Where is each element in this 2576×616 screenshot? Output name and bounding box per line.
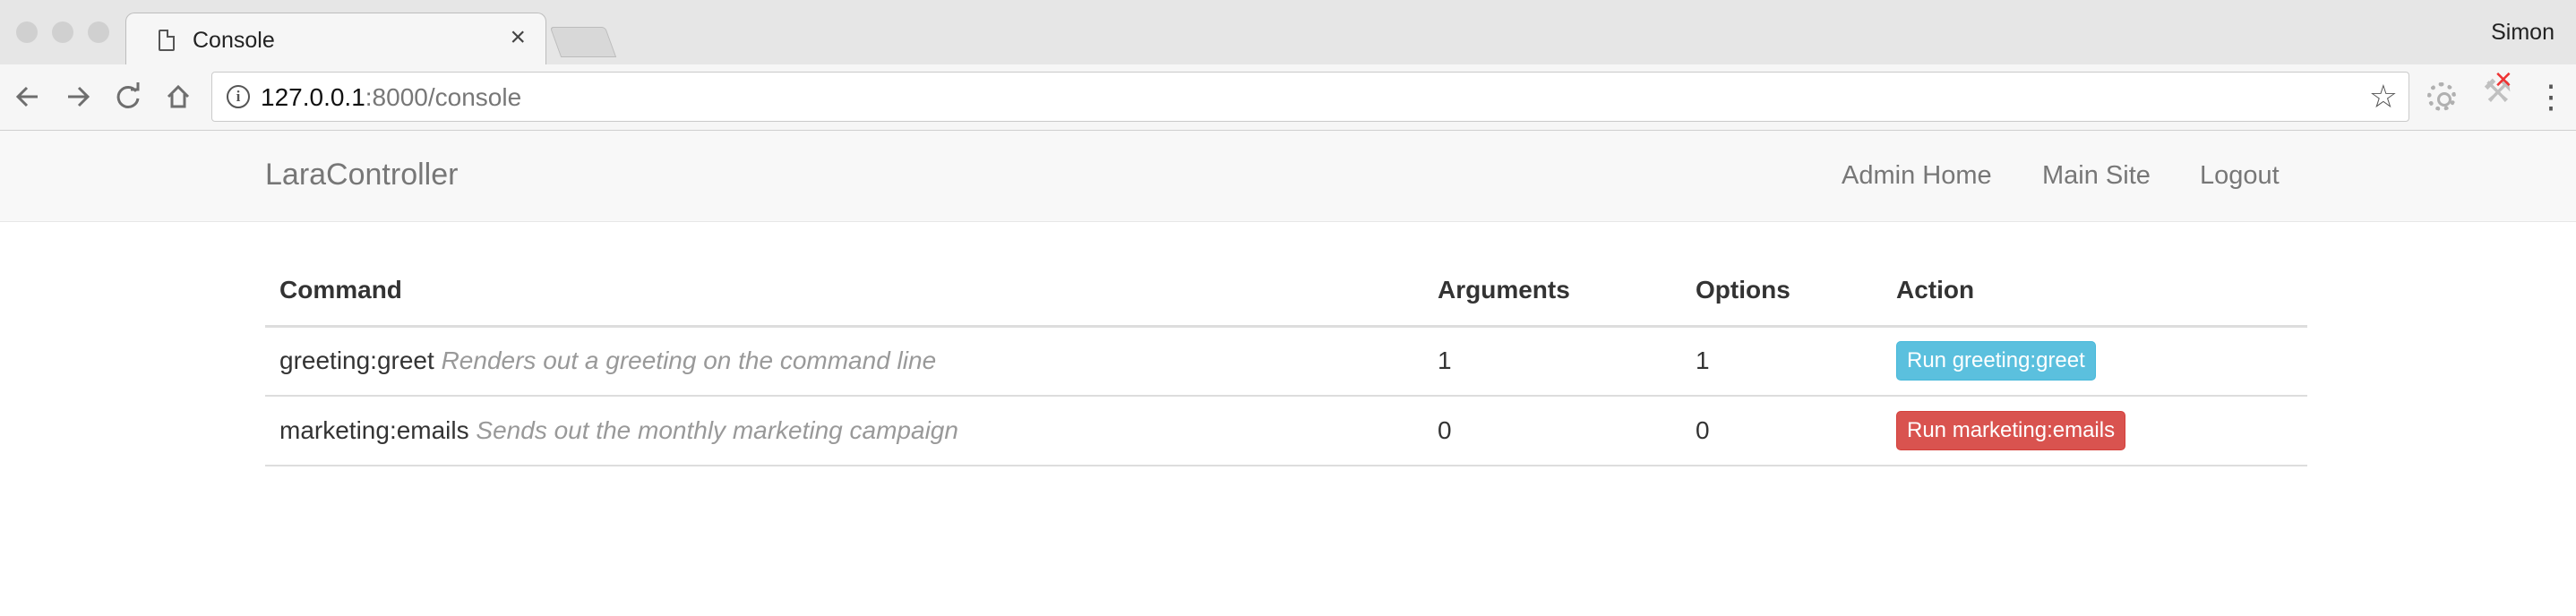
url-path: :8000/console bbox=[365, 83, 522, 111]
extension-gear-icon[interactable] bbox=[2427, 82, 2456, 111]
tab-title: Console bbox=[193, 28, 275, 53]
nav-admin-home[interactable]: Admin Home bbox=[1842, 161, 1992, 191]
window-zoom-button[interactable] bbox=[88, 21, 109, 43]
profile-name[interactable]: Simon bbox=[2491, 20, 2555, 46]
column-header-command: Command bbox=[265, 256, 1423, 328]
document-icon bbox=[159, 30, 175, 51]
tab-close-icon[interactable]: × bbox=[510, 24, 526, 51]
nav-logout[interactable]: Logout bbox=[2200, 161, 2280, 191]
command-cell: greeting:greet Renders out a greeting on… bbox=[265, 326, 1423, 397]
command-description: Renders out a greeting on the command li… bbox=[441, 346, 937, 375]
url-host: 127.0.0.1 bbox=[261, 83, 365, 111]
brand-link[interactable]: LaraController bbox=[265, 158, 458, 192]
run-marketing-emails-button[interactable]: Run marketing:emails bbox=[1896, 411, 2126, 450]
column-header-arguments: Arguments bbox=[1423, 256, 1681, 328]
options-cell: 1 bbox=[1681, 326, 1882, 397]
address-bar[interactable]: i 127.0.0.1:8000/console ☆ bbox=[211, 72, 2409, 122]
menu-dots-icon[interactable]: ⋮ bbox=[2535, 77, 2567, 116]
forward-arrow-icon[interactable] bbox=[61, 77, 95, 116]
home-icon[interactable] bbox=[161, 77, 195, 116]
url-text[interactable]: 127.0.0.1:8000/console bbox=[261, 83, 521, 112]
browser-toolbar: i 127.0.0.1:8000/console ☆ ⚒ ✕ ⋮ bbox=[0, 64, 2576, 131]
navbar: LaraController Admin Home Main Site Logo… bbox=[0, 131, 2576, 222]
back-arrow-icon[interactable] bbox=[11, 77, 45, 116]
column-header-options: Options bbox=[1681, 256, 1882, 328]
commands-table: Command Arguments Options Action greetin… bbox=[265, 256, 2307, 466]
table-header-row: Command Arguments Options Action bbox=[265, 256, 2307, 328]
new-tab-button[interactable] bbox=[549, 27, 617, 57]
table-row: marketing:emails Sends out the monthly m… bbox=[265, 396, 2307, 466]
nav-main-site[interactable]: Main Site bbox=[2042, 161, 2151, 191]
command-name: marketing:emails bbox=[279, 416, 469, 444]
command-description: Sends out the monthly marketing campaign bbox=[476, 416, 958, 444]
window-close-button[interactable] bbox=[16, 21, 38, 43]
arguments-cell: 0 bbox=[1423, 396, 1681, 466]
command-cell: marketing:emails Sends out the monthly m… bbox=[265, 396, 1423, 466]
extension-error-icon: ✕ bbox=[2494, 66, 2513, 93]
star-icon[interactable]: ☆ bbox=[2369, 78, 2398, 116]
arguments-cell: 1 bbox=[1423, 326, 1681, 397]
action-cell: Run greeting:greet bbox=[1882, 326, 2307, 397]
column-header-action: Action bbox=[1882, 256, 2307, 328]
action-cell: Run marketing:emails bbox=[1882, 396, 2307, 466]
browser-tab-console[interactable]: Console × bbox=[125, 13, 546, 66]
reload-icon[interactable] bbox=[111, 77, 145, 116]
info-icon[interactable]: i bbox=[227, 85, 250, 108]
table-row: greeting:greet Renders out a greeting on… bbox=[265, 326, 2307, 397]
run-greeting-greet-button[interactable]: Run greeting:greet bbox=[1896, 341, 2096, 381]
command-name: greeting:greet bbox=[279, 346, 434, 375]
options-cell: 0 bbox=[1681, 396, 1882, 466]
window-minimize-button[interactable] bbox=[52, 21, 73, 43]
browser-tab-strip: Console × Simon bbox=[0, 0, 2576, 66]
